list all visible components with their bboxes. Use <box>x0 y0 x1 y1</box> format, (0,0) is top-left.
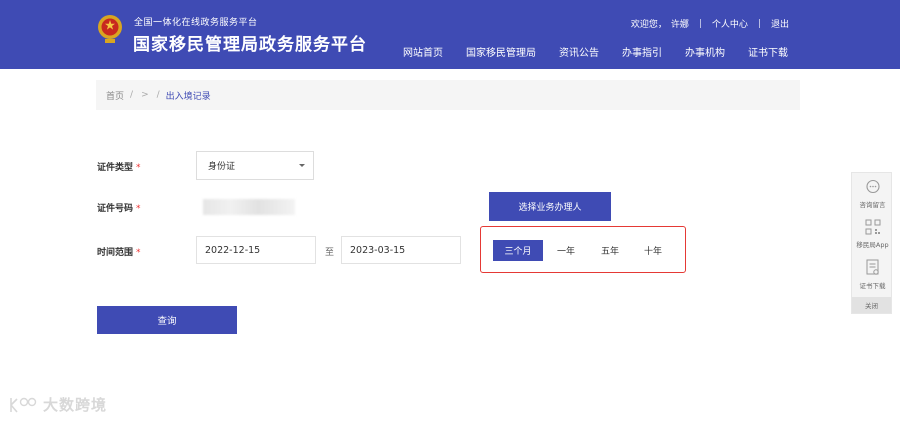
range-one-year[interactable]: 一年 <box>553 240 579 261</box>
nav-cert-download[interactable]: 证书下载 <box>748 44 788 59</box>
breadcrumb-separator: > <box>141 90 149 100</box>
date-range-to: 至 <box>325 248 335 258</box>
range-ten-years[interactable]: 十年 <box>640 240 666 261</box>
doc-number-label: 证件号码 * <box>97 201 141 214</box>
breadcrumb-separator: / <box>130 90 134 100</box>
time-range-label-text: 时间范围 <box>97 248 134 258</box>
qr-code-icon <box>865 219 880 235</box>
time-range-label: 时间范围 * <box>97 245 141 258</box>
redacted-id-number <box>203 199 295 215</box>
side-close-button[interactable]: 关闭 <box>852 297 891 313</box>
watermark-text: 大数跨境 <box>43 396 108 414</box>
breadcrumb-separator: / <box>156 90 160 100</box>
watermark: 大数跨境 <box>8 394 107 415</box>
doc-type-value: 身份证 <box>208 162 236 172</box>
doc-type-select[interactable]: 身份证 <box>196 151 314 180</box>
start-date-input[interactable]: 2022-12-15 <box>196 236 316 264</box>
select-agent-button[interactable]: 选择业务办理人 <box>489 192 611 221</box>
welcome-text: 欢迎您， <box>630 20 667 30</box>
side-app-label: 移民局App <box>856 241 889 249</box>
breadcrumb-home[interactable]: 首页 <box>106 89 124 102</box>
side-float-panel: 咨询留言 移民局App 证书下载 关闭 <box>851 172 892 314</box>
user-name[interactable]: 许娜 <box>671 17 689 30</box>
nav-nia[interactable]: 国家移民管理局 <box>466 44 536 59</box>
caret-down-icon <box>299 164 305 167</box>
top-header: 全国一体化在线政务服务平台 国家移民管理局政务服务平台 欢迎您， 许娜 | 个人… <box>0 0 900 69</box>
user-bar-divider: | <box>757 18 761 29</box>
platform-title: 国家移民管理局政务服务平台 <box>133 35 367 55</box>
range-five-years[interactable]: 五年 <box>597 240 623 261</box>
chat-bubble-icon <box>865 179 880 194</box>
profile-link[interactable]: 个人中心 <box>712 17 748 30</box>
nav-guide[interactable]: 办事指引 <box>622 44 662 59</box>
doc-type-label-text: 证件类型 <box>97 163 134 173</box>
required-mark: * <box>136 248 141 258</box>
doc-type-label: 证件类型 * <box>97 160 141 173</box>
side-cert[interactable]: 证书下载 <box>852 259 893 290</box>
nav-news[interactable]: 资讯公告 <box>559 44 599 59</box>
side-cert-label: 证书下载 <box>859 282 886 290</box>
national-emblem-icon <box>98 15 122 43</box>
query-button[interactable]: 查询 <box>97 306 237 334</box>
doc-number-label-text: 证件号码 <box>97 204 134 214</box>
platform-subtitle: 全国一体化在线政务服务平台 <box>134 18 258 28</box>
user-bar: 欢迎您， 许娜 | 个人中心 | 退出 <box>630 17 789 31</box>
required-mark: * <box>136 163 141 173</box>
nav-offices[interactable]: 办事机构 <box>685 44 725 59</box>
side-app[interactable]: 移民局App <box>852 219 893 249</box>
certificate-icon <box>866 259 879 275</box>
side-consult-label: 咨询留言 <box>859 201 886 209</box>
breadcrumb: 首页 / > / 出入境记录 <box>96 80 800 110</box>
range-three-months[interactable]: 三个月 <box>493 240 543 261</box>
logout-link[interactable]: 退出 <box>771 17 789 30</box>
nav-home[interactable]: 网站首页 <box>403 44 443 59</box>
watermark-logo-icon <box>10 397 37 413</box>
main-nav: 网站首页 国家移民管理局 资讯公告 办事指引 办事机构 证书下载 <box>380 44 788 59</box>
side-consult[interactable]: 咨询留言 <box>852 179 893 209</box>
user-bar-divider: | <box>698 18 702 29</box>
end-date-input[interactable]: 2023-03-15 <box>341 236 461 264</box>
breadcrumb-current: 出入境记录 <box>165 91 211 102</box>
required-mark: * <box>136 204 141 214</box>
